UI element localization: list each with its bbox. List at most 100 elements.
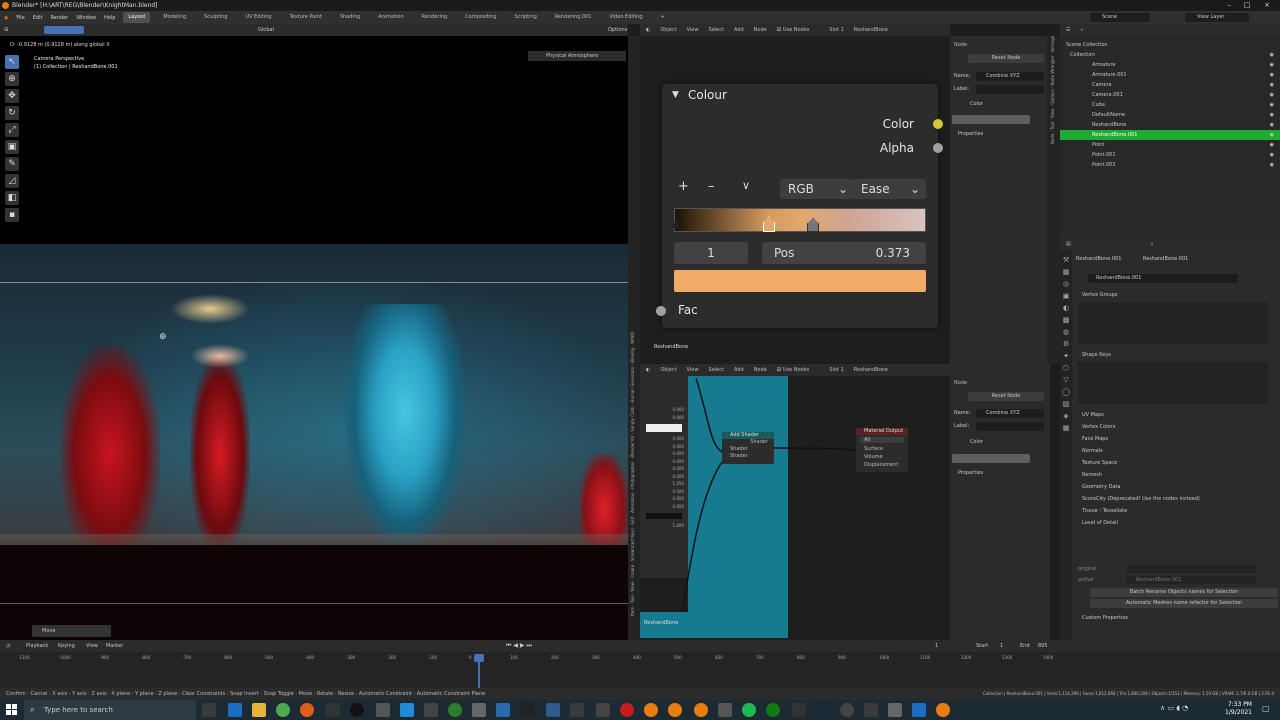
tab-shading[interactable]: Shading [335, 12, 365, 23]
chrome-icon[interactable] [276, 703, 290, 717]
outliner-type-icon[interactable]: ☰ [1066, 27, 1070, 33]
tab-item[interactable]: Item [630, 607, 635, 616]
tab-sculpting[interactable]: Sculpting [199, 12, 232, 23]
outliner-item-camera-001[interactable]: Camera.001 ◉ [1060, 90, 1280, 100]
current-frame-field[interactable]: 1 [935, 643, 938, 649]
annotate-tool-icon[interactable]: ✎ [5, 157, 19, 171]
editor-type-icon[interactable]: ◐ [646, 27, 650, 33]
stop-position-field[interactable]: Pos 0.373 [762, 242, 926, 264]
color-ramp-gradient[interactable] [674, 208, 926, 232]
remove-stop-button[interactable]: – [708, 179, 715, 194]
menu-edit[interactable]: Edit [33, 15, 43, 21]
editor-type-icon[interactable]: ⊞ [4, 27, 8, 33]
outliner-item-camera[interactable]: Camera ◉ [1060, 80, 1280, 90]
timeline-type-icon[interactable]: ◷ [6, 643, 10, 649]
eye-icon[interactable]: ◉ [1270, 50, 1274, 60]
last-operator-panel[interactable]: Move [32, 625, 111, 637]
keying-menu[interactable]: Keying [58, 643, 75, 649]
tab-tool[interactable]: Tool [630, 595, 635, 603]
taskbar-app-icon[interactable] [376, 703, 390, 717]
tab-human-generator[interactable]: Human Generator [630, 367, 635, 403]
custom-properties-panel[interactable]: Custom Properties [1082, 615, 1128, 621]
scene-selector[interactable]: Scene [1090, 13, 1150, 22]
taskbar-app-icon[interactable] [326, 703, 340, 717]
reset-node-button[interactable]: Reset Node [968, 392, 1044, 401]
tab-node[interactable]: Node [1050, 134, 1055, 144]
outliner-item-defaultname[interactable]: DefaultName ◉ [1060, 110, 1280, 120]
tab-view[interactable]: View [630, 582, 635, 592]
outliner-item-reshandbone-001[interactable]: ReshandBone.001 ◉ [1060, 130, 1280, 140]
measure-tool-icon[interactable]: ◿ [5, 174, 19, 188]
node-label-field[interactable] [976, 422, 1044, 431]
blender-taskbar-icon[interactable] [694, 703, 708, 717]
tab-nmkd[interactable]: NMKD [630, 331, 635, 343]
shader-editor-bottom[interactable]: ◐ Object View Select Add Node ☑ Use Node… [640, 364, 1050, 640]
end-frame-field[interactable]: 895 [1038, 643, 1048, 649]
taskbar-app-icon[interactable] [792, 703, 806, 717]
node-label-field[interactable] [976, 85, 1044, 94]
ramp-menu-button[interactable]: ∨ [742, 179, 750, 192]
taskbar-app-icon[interactable] [888, 703, 902, 717]
slot-dropdown[interactable]: Slot 1 [829, 27, 843, 33]
shape-keys-panel[interactable]: Shape Keys [1082, 352, 1111, 358]
tab-screencast-keys[interactable]: Screencast Keys [630, 528, 635, 561]
playback-menu[interactable]: Playback [26, 643, 48, 649]
taskbar-app-icon[interactable] [496, 703, 510, 717]
tab-blenrig[interactable]: BlenRig [630, 347, 635, 362]
marker-menu[interactable]: Marker [106, 643, 123, 649]
tab-animation[interactable]: Animation [630, 493, 635, 513]
blender-menu-icon[interactable]: ◉ [4, 15, 8, 21]
vertex-groups-list[interactable] [1078, 302, 1268, 344]
taskbar-app-icon[interactable] [864, 703, 878, 717]
tab-video-editing[interactable]: Video Editing [604, 12, 647, 23]
close-button[interactable]: × [1260, 0, 1274, 11]
geometry-data-section[interactable]: Geometry Data [1082, 481, 1272, 493]
add-menu[interactable]: Add [734, 27, 744, 33]
tab-texture-paint[interactable]: Texture Paint [285, 12, 327, 23]
timeline[interactable]: -1100 -1000 -900 -800 -700 -600 -500 -400 -300 -2… [0, 652, 1280, 688]
minimize-button[interactable]: – [1222, 0, 1236, 11]
outliner-item-cube[interactable]: Cube ◉ [1060, 100, 1280, 110]
vertex-colors-section[interactable]: Vertex Colors [1082, 421, 1272, 433]
spotify-icon[interactable] [742, 703, 756, 717]
file-explorer-icon[interactable] [252, 703, 266, 717]
camera-tool-icon[interactable]: ▪ [5, 208, 19, 222]
stop-index-field[interactable]: 1 [674, 242, 748, 264]
material-dropdown[interactable]: ReshandBone [854, 27, 888, 33]
start-frame-field[interactable]: 1 [1000, 643, 1003, 649]
tab-view[interactable]: View [1050, 109, 1055, 119]
blender-taskbar-icon[interactable] [644, 703, 658, 717]
menu-window[interactable]: Window [76, 15, 96, 21]
eye-icon[interactable]: ◉ [1270, 140, 1274, 150]
properties-section[interactable]: Properties [958, 131, 983, 137]
maximize-button[interactable]: □ [1240, 0, 1254, 11]
original-field[interactable] [1126, 565, 1256, 573]
outliner-item-armature[interactable]: Armature ◉ [1060, 60, 1280, 70]
vertex-groups-panel[interactable]: Vertex Groups [1082, 292, 1118, 298]
search-icon[interactable]: ⌕ [1080, 27, 1083, 33]
blender-taskbar-icon[interactable] [936, 703, 950, 717]
taskbar-app-icon[interactable] [424, 703, 438, 717]
tab-compositing[interactable]: Compositing [460, 12, 501, 23]
taskbar-app-icon[interactable] [912, 703, 926, 717]
scale-tool-icon[interactable]: ⤢ [5, 123, 19, 137]
color-mode-dropdown[interactable]: RGB ⌄ [780, 179, 854, 199]
node-name-field[interactable]: Combine XYZ [976, 409, 1044, 418]
eye-icon[interactable]: ◉ [1270, 120, 1274, 130]
eye-icon[interactable]: ◉ [1270, 110, 1274, 120]
taskbar-app-icon[interactable] [620, 703, 634, 717]
eye-icon[interactable]: ◉ [1270, 150, 1274, 160]
windows-start-icon[interactable] [6, 704, 18, 716]
eye-icon[interactable]: ◉ [1270, 70, 1274, 80]
node-color-swatch[interactable] [952, 115, 1030, 124]
tab-tool[interactable]: Tool [1050, 122, 1055, 130]
tab-animation[interactable]: Animation [373, 12, 409, 23]
eye-icon[interactable]: ◉ [1270, 90, 1274, 100]
move-tool-icon[interactable]: ✥ [5, 89, 19, 103]
tissue-tessellate-section[interactable]: Tissue - Tessellate [1082, 505, 1272, 517]
taskbar-search-box[interactable]: ⌕ Type here to search [24, 700, 196, 720]
eye-icon[interactable]: ◉ [1270, 100, 1274, 110]
tab-modeling[interactable]: Modeling [158, 12, 191, 23]
shape-keys-list[interactable] [1078, 362, 1268, 404]
tab-photographer[interactable]: Photographer [630, 461, 635, 488]
